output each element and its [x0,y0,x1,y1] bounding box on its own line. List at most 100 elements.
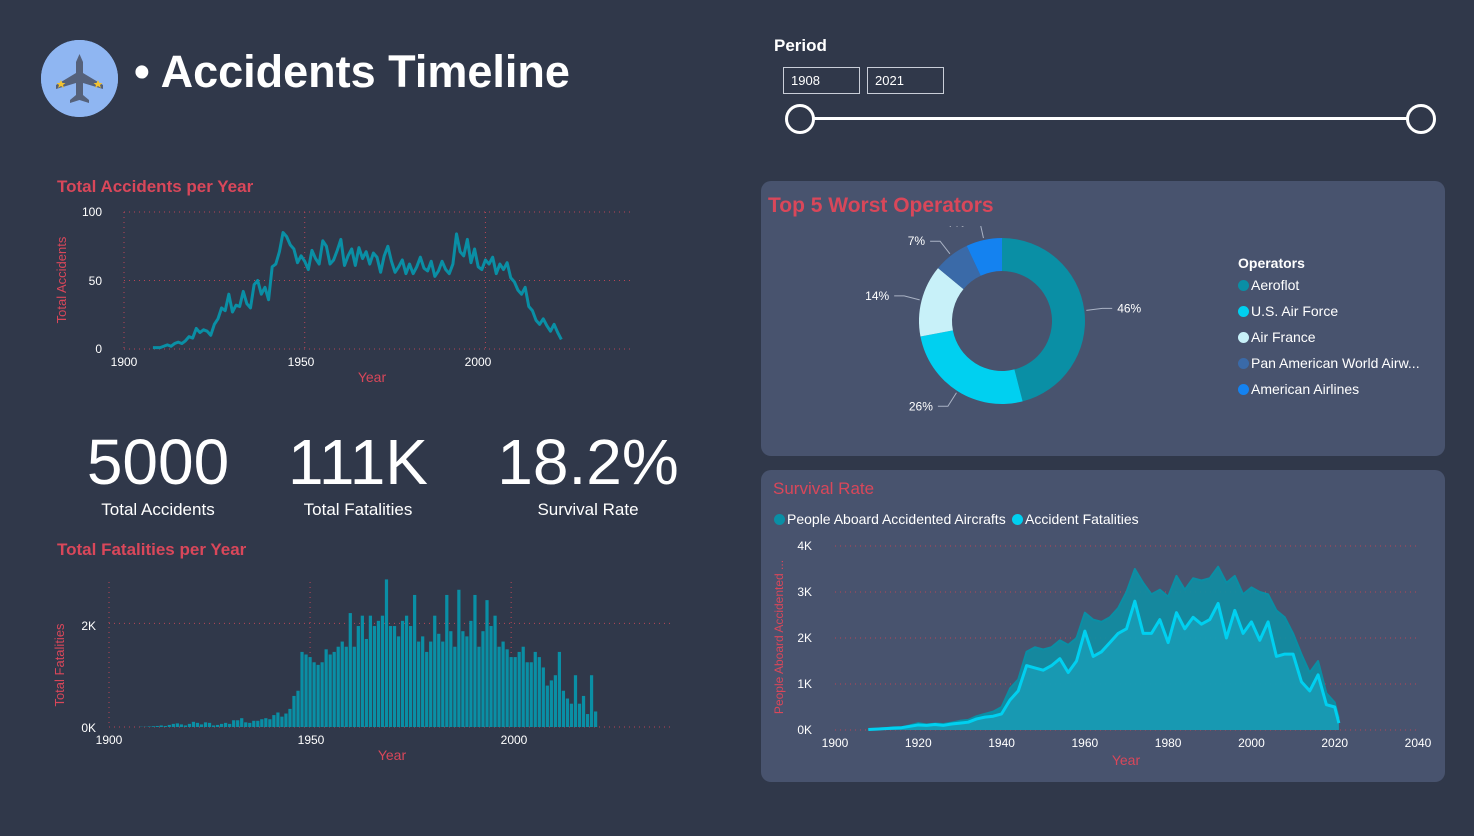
y-tick-label: 0 [95,342,102,356]
y-axis-label: Total Accidents [54,236,69,323]
donut-leader-line [930,240,951,255]
donut-data-label: 7% [948,226,966,229]
x-axis-label: Year [1112,752,1141,768]
fatalities-bar [509,657,513,727]
survival-chart-title: Survival Rate [773,479,875,498]
fatalities-bar [453,646,457,727]
fatalities-bar [211,725,216,727]
fatalities-bar [585,714,590,727]
airplane-logo-icon [41,40,118,117]
y-tick-label: 3K [797,585,812,599]
fatalities-bar [260,719,264,727]
operators-legend-title: Operators [1238,255,1305,271]
fatalities-bar [147,726,151,727]
fatalities-bar [525,662,529,727]
fatalities-bar [493,615,497,727]
operators-donut-chart: 46% 26% 14% 7% 7% [865,226,1142,413]
fatalities-bar [296,690,300,727]
fatalities-bar [396,636,401,727]
fatalities-bar [457,589,461,727]
legend-dot-icon [1238,357,1249,369]
fatalities-bar [589,675,594,727]
fatalities-bar [485,600,489,727]
accidents-chart-title: Total Accidents per Year [57,177,254,196]
fatalities-bar [199,724,204,727]
fatalities-bar [513,657,517,727]
x-tick-label: 2000 [465,355,492,369]
fatalities-bar [304,654,308,727]
legend-item[interactable]: People Aboard Accidented Aircrafts [774,511,1006,527]
fatalities-bar [573,675,578,727]
fatalities-bar [179,724,183,727]
x-tick-label: 2040 [1405,736,1432,750]
fatalities-bar [549,680,553,727]
donut-leader-line [980,226,984,239]
fatalities-bar [449,631,453,727]
fatalities-bar [376,620,381,727]
legend-item[interactable]: Accident Fatalities [1012,511,1139,527]
fatalities-bar [324,649,328,727]
fatalities-bar [292,695,296,727]
period-start-input[interactable] [783,67,860,94]
donut-data-label: 46% [1117,301,1141,315]
fatalities-bar [159,725,163,727]
operators-legend-item[interactable]: Aeroflot [1238,277,1420,293]
fatalities-bar [497,646,501,727]
donut-leader-line [937,392,957,407]
fatalities-bar [368,615,373,727]
y-tick-label: 2K [81,619,96,633]
x-tick-label: 2020 [1321,736,1348,750]
kpi-total-fatalities-value: 111K [288,426,428,498]
page-title: • Accidents Timeline [134,46,570,97]
fatalities-bar [300,651,304,727]
fatalities-bar [171,723,175,727]
fatalities-bar [417,641,421,727]
fatalities-bar [441,641,445,727]
operators-legend-item[interactable]: U.S. Air Force [1238,303,1420,319]
legend-label: Accident Fatalities [1025,511,1139,527]
period-slider-start-handle[interactable] [785,104,815,134]
x-tick-label: 2000 [1238,736,1265,750]
operators-chart-title: Top 5 Worst Operators [768,194,994,217]
fatalities-bar [469,620,473,727]
fatalities-bar [577,703,582,727]
fatalities-bar [364,638,368,727]
fatalities-bar [348,613,352,727]
donut-leader-line [1086,307,1113,311]
fatalities-bar [284,713,288,727]
fatalities-bar [195,722,200,727]
legend-label: Air France [1251,329,1316,345]
fatalities-bar [461,631,465,727]
legend-label: U.S. Air Force [1251,303,1339,319]
fatalities-bar [553,675,557,727]
operators-legend-item[interactable]: Pan American World Airw... [1238,355,1420,371]
fatalities-bar [477,646,481,727]
kpi-total-fatalities-label: Total Fatalities [303,500,413,519]
period-end-input[interactable] [867,67,944,94]
fatalities-bar [557,651,562,727]
period-slider-end-handle[interactable] [1406,104,1436,134]
legend-dot-icon [1238,305,1249,317]
fatalities-bar [569,703,574,727]
fatalities-bar [581,695,586,727]
y-axis-label: People Aboard Accidented ... [772,560,786,714]
fatalities-bar [433,615,437,727]
fatalities-bar [344,646,348,727]
fatalities-bar [521,646,525,727]
fatalities-bar [232,720,236,727]
y-tick-label: 2K [797,631,812,645]
fatalities-bar [356,626,360,727]
operators-legend-item[interactable]: Air France [1238,329,1420,345]
fatalities-bar [473,594,477,727]
fatalities-bar [408,626,413,727]
x-tick-label: 1940 [988,736,1015,750]
operators-legend-item[interactable]: American Airlines [1238,381,1420,397]
accidents-line-chart: 100 50 0 1900 1950 2000 Year Total Accid… [54,205,630,385]
fatalities-bar [224,722,228,727]
fatalities-bar [360,615,364,727]
fatalities-bar [215,724,220,727]
fatalities-bar [505,649,509,727]
period-slider-track[interactable] [800,117,1421,120]
legend-label: Aeroflot [1251,277,1300,293]
legend-dot-icon [1238,279,1249,291]
